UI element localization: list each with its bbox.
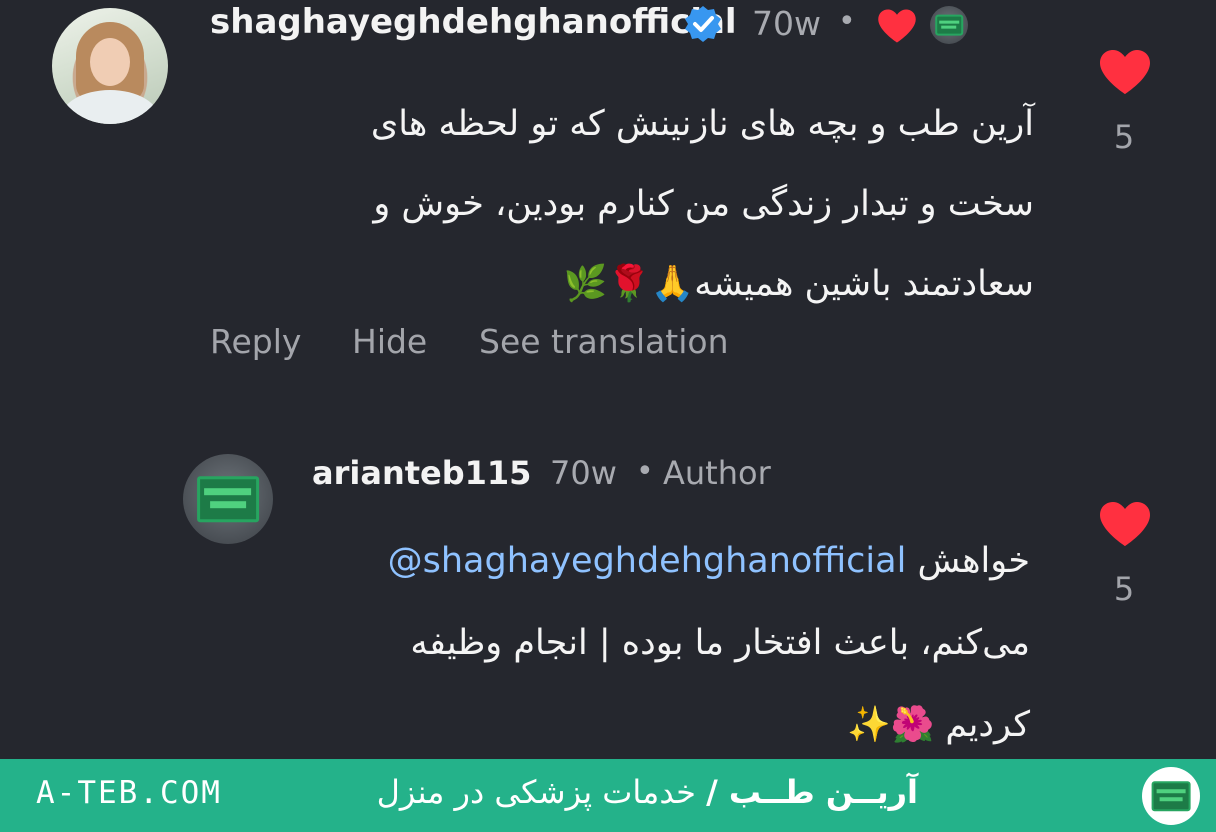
footer-brand: آریــن طــب / xyxy=(706,773,918,811)
see-translation-button[interactable]: See translation xyxy=(479,322,728,361)
comment-line: آرین طب و بچه های نازنینش که تو لحظه های xyxy=(370,104,1034,144)
like-count: 5 xyxy=(1113,118,1135,156)
comment-body: آرین طب و بچه های نازنینش که تو لحظه های… xyxy=(274,84,1034,324)
like-heart-icon[interactable] xyxy=(1098,500,1152,548)
reply-body: خواهش @shaghayeghdehghanofficial می‌کنم،… xyxy=(270,520,1030,766)
footer-tagline: آریــن طــب / خدمات پزشکی در منزل xyxy=(377,773,918,811)
footer-logo xyxy=(1142,767,1200,825)
logo-icon xyxy=(197,476,259,522)
author-badge: Author xyxy=(663,454,771,492)
comment-time: 70w xyxy=(752,4,821,43)
author-avatar[interactable] xyxy=(183,454,273,544)
comment-line: سعادتمند باشین همیشه🙏🌹🌿 xyxy=(563,264,1034,304)
reply-line-1-text: خواهش xyxy=(917,541,1030,581)
reply-username[interactable]: arianteb115 xyxy=(312,454,531,492)
creator-avatar-icon xyxy=(930,6,968,44)
comment-username[interactable]: shaghayeghdehghanofficial xyxy=(210,2,737,42)
reply-line: می‌کنم، باعث افتخار ما بوده | انجام وظیف… xyxy=(410,623,1030,663)
like-count: 5 xyxy=(1113,570,1135,608)
logo-icon xyxy=(1151,781,1191,811)
avatar-face xyxy=(90,38,130,86)
like-heart-icon[interactable] xyxy=(1098,48,1152,96)
footer-tagline-text: خدمات پزشکی در منزل xyxy=(376,773,696,811)
creator-liked-heart-icon xyxy=(878,9,916,43)
comment-line: سخت و تبدار زندگی من کنارم بودین، خوش و xyxy=(373,184,1034,224)
footer-site[interactable]: A-TEB.COM xyxy=(36,775,222,811)
footer-banner: A-TEB.COM آریــن طــب / خدمات پزشکی در م… xyxy=(0,759,1216,832)
mention-link[interactable]: @shaghayeghdehghanofficial xyxy=(388,541,907,581)
verified-badge-icon xyxy=(685,6,721,42)
separator-dot: • xyxy=(636,454,654,489)
reply-time: 70w xyxy=(550,454,617,492)
commenter-avatar[interactable] xyxy=(52,8,168,124)
reply-button[interactable]: Reply xyxy=(210,322,301,361)
reply-line-1: خواهش @shaghayeghdehghanofficial xyxy=(270,520,1030,602)
separator-dot: • xyxy=(838,4,856,39)
logo-icon xyxy=(935,14,963,36)
hide-button[interactable]: Hide xyxy=(352,322,427,361)
reply-line: کردیم 🌺✨ xyxy=(847,705,1030,745)
avatar-shirt xyxy=(60,90,160,124)
